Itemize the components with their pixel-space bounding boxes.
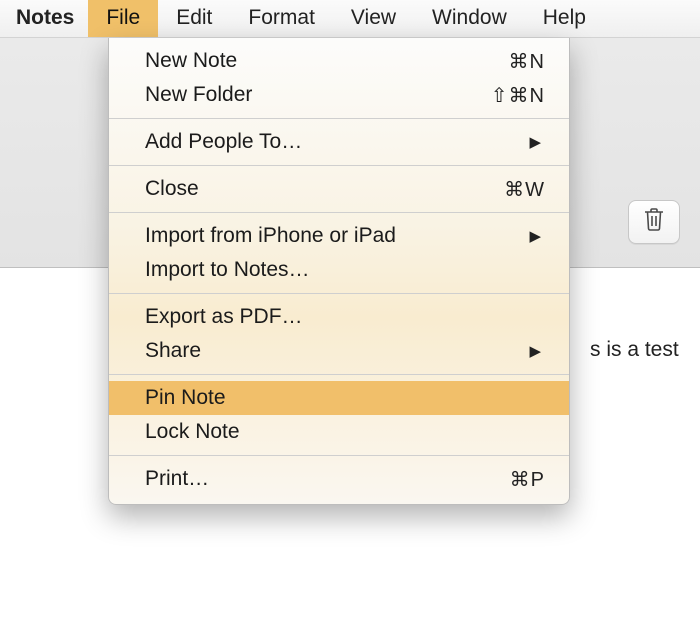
chevron-right-icon: ▶ (529, 133, 545, 151)
menu-item-new-folder[interactable]: New Folder ⇧⌘N (109, 78, 569, 112)
menu-title-label: Format (248, 6, 315, 29)
menu-title-file[interactable]: File (88, 0, 158, 37)
menu-item-add-people-to[interactable]: Add People To… ▶ (109, 125, 569, 159)
menu-item-label: Print… (145, 467, 209, 491)
menu-title-edit[interactable]: Edit (158, 0, 230, 37)
menu-item-label: Share (145, 339, 201, 363)
menu-title-format[interactable]: Format (230, 0, 333, 37)
menu-item-export-as-pdf[interactable]: Export as PDF… (109, 300, 569, 334)
menu-item-label: Lock Note (145, 420, 240, 444)
delete-note-button[interactable] (628, 200, 680, 244)
menu-bar: Notes File Edit Format View Window Help (0, 0, 700, 38)
menu-item-share[interactable]: Share ▶ (109, 334, 569, 368)
menu-title-help[interactable]: Help (525, 0, 604, 37)
menu-item-new-note[interactable]: New Note ⌘N (109, 44, 569, 78)
menu-title-label: File (106, 6, 140, 29)
menu-item-shortcut: ⌘N (509, 49, 545, 74)
menu-item-label: Pin Note (145, 386, 226, 410)
menu-item-print[interactable]: Print… ⌘P (109, 462, 569, 496)
menu-item-label: Import to Notes… (145, 258, 310, 282)
menu-separator (109, 455, 569, 456)
menu-item-label: Import from iPhone or iPad (145, 224, 396, 248)
file-menu-dropdown: New Note ⌘N New Folder ⇧⌘N Add People To… ▶ Cl… (108, 38, 570, 505)
menu-title-label: View (351, 6, 396, 29)
menu-item-label: Export as PDF… (145, 305, 303, 329)
chevron-right-icon: ▶ (529, 342, 545, 360)
menu-item-import-to-notes[interactable]: Import to Notes… (109, 253, 569, 287)
menu-item-shortcut: ⇧⌘N (491, 83, 545, 108)
menu-title-window[interactable]: Window (414, 0, 525, 37)
menu-item-pin-note[interactable]: Pin Note (109, 381, 569, 415)
menu-separator (109, 118, 569, 119)
menu-item-shortcut: ⌘W (504, 177, 545, 202)
menu-separator (109, 374, 569, 375)
menu-title-view[interactable]: View (333, 0, 414, 37)
menu-separator (109, 165, 569, 166)
note-body-text: s is a test (590, 338, 679, 362)
trash-icon (642, 206, 666, 238)
menu-separator (109, 212, 569, 213)
menu-item-label: New Folder (145, 83, 252, 107)
chevron-right-icon: ▶ (529, 227, 545, 245)
menu-item-shortcut: ⌘P (510, 467, 545, 492)
menu-title-label: Edit (176, 6, 212, 29)
menu-title-label: Help (543, 6, 586, 29)
menu-item-label: New Note (145, 49, 237, 73)
menu-separator (109, 293, 569, 294)
menu-item-lock-note[interactable]: Lock Note (109, 415, 569, 449)
menu-item-close[interactable]: Close ⌘W (109, 172, 569, 206)
menu-title-label: Window (432, 6, 507, 29)
app-name[interactable]: Notes (14, 0, 88, 37)
menu-item-label: Close (145, 177, 199, 201)
menu-item-label: Add People To… (145, 130, 302, 154)
menu-item-import-from-iphone-or-ipad[interactable]: Import from iPhone or iPad ▶ (109, 219, 569, 253)
